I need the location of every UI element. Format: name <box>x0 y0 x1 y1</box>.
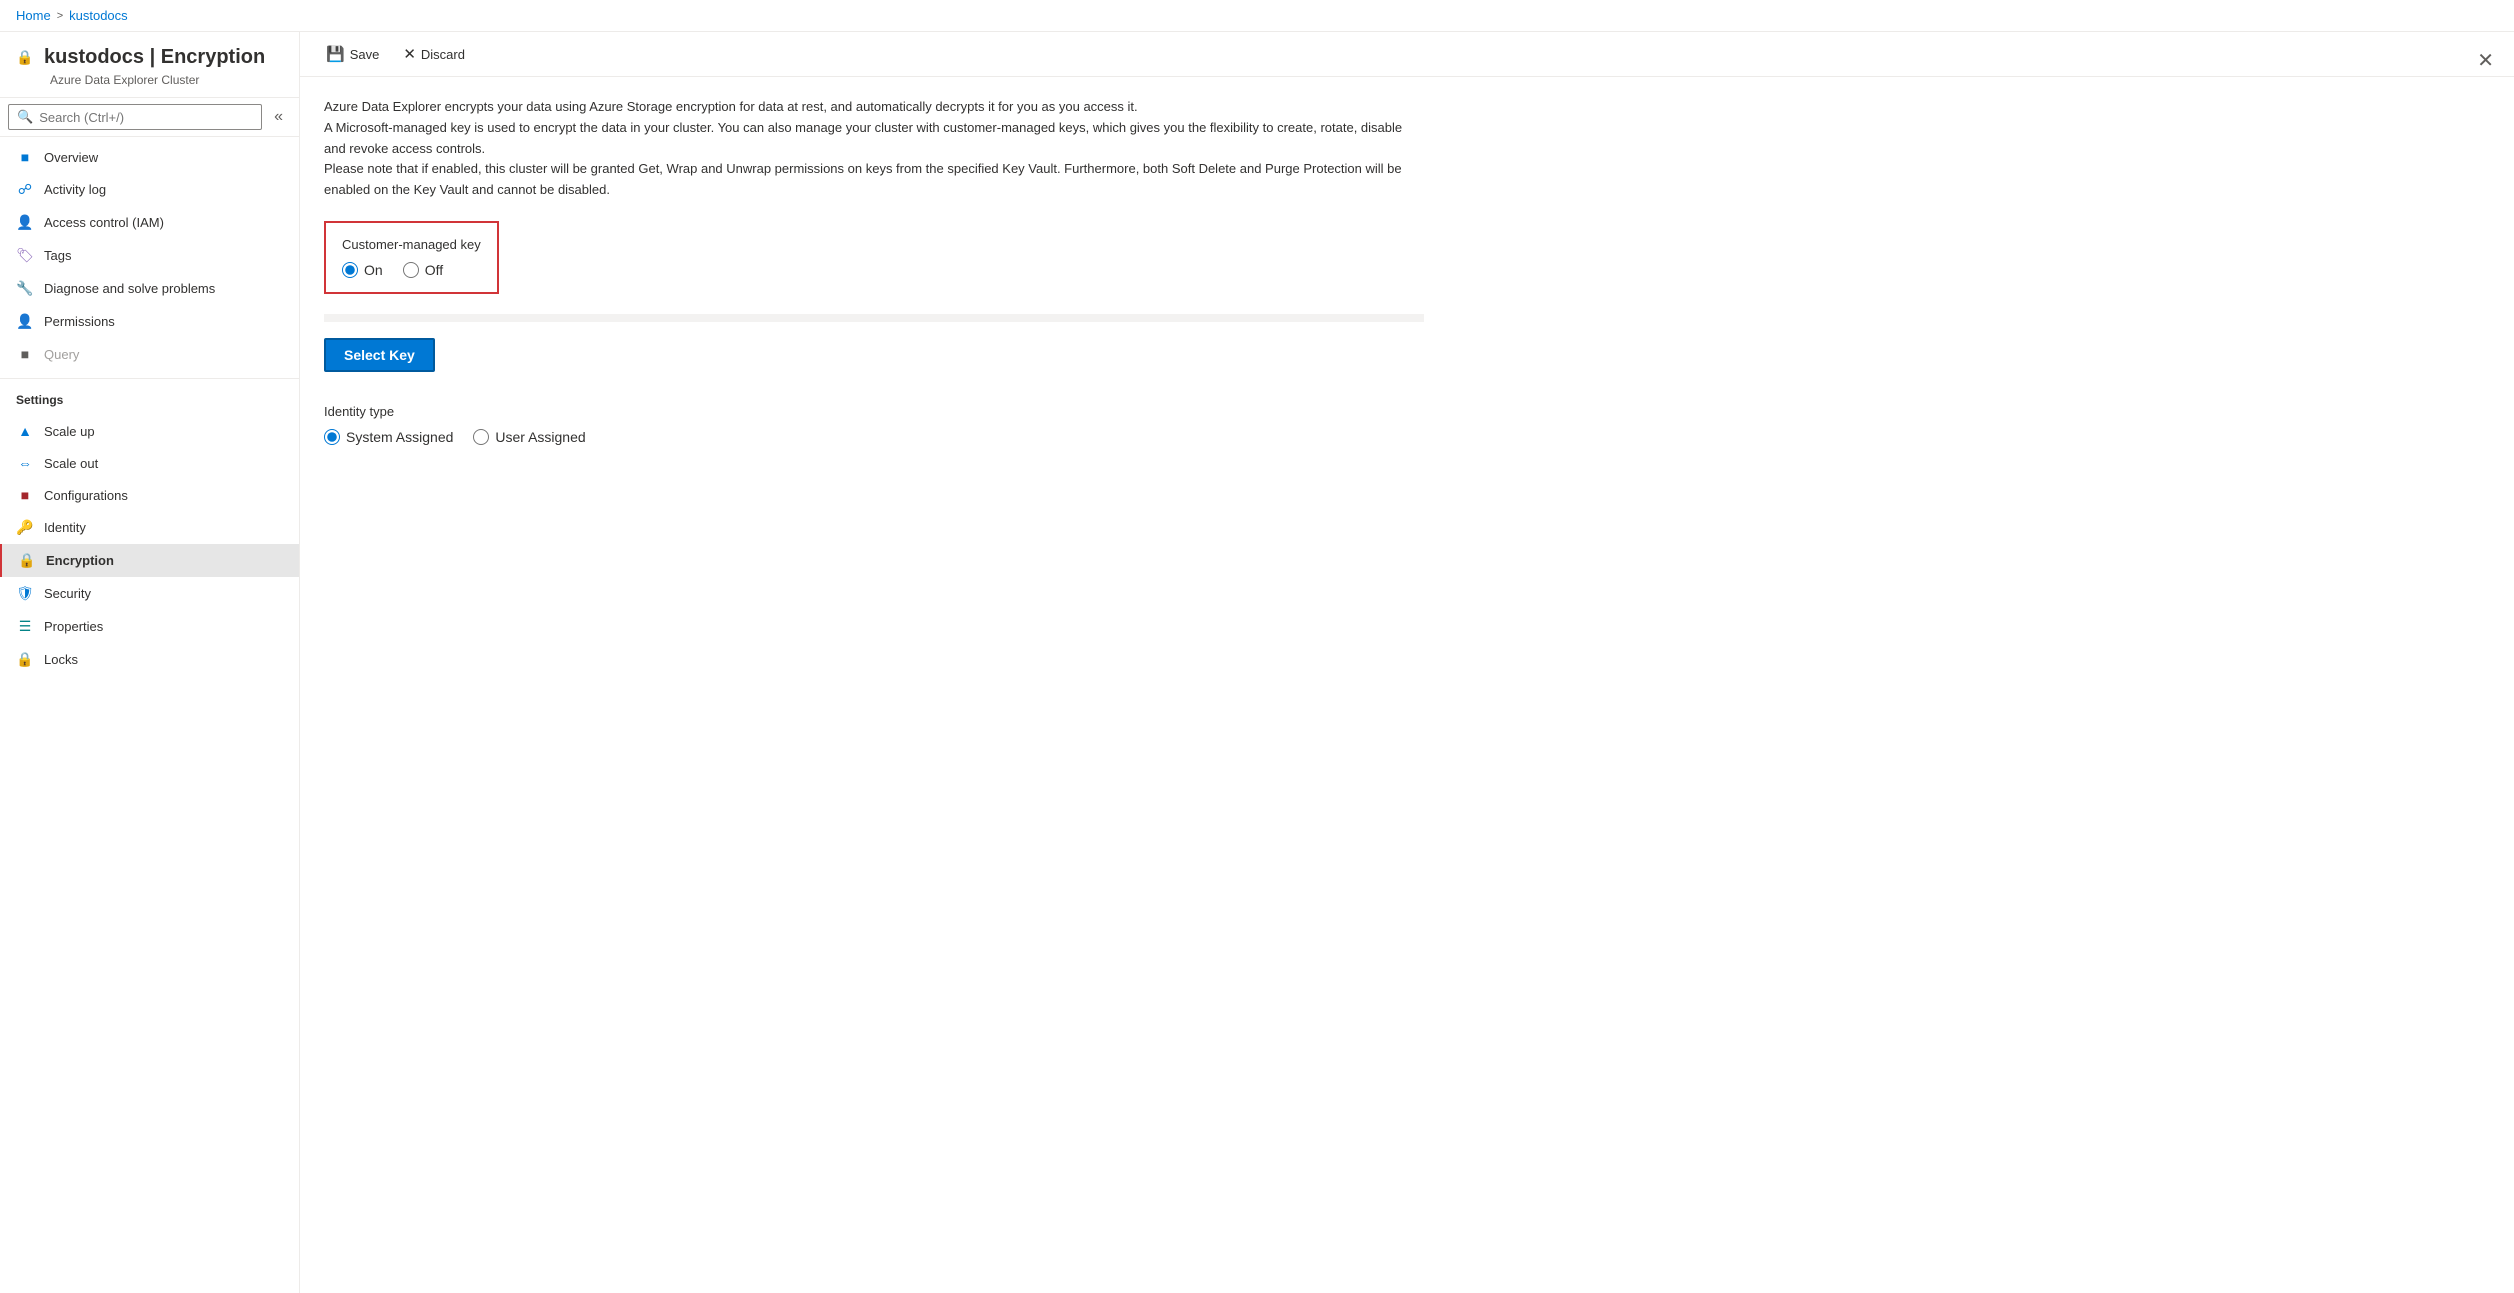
permissions-icon: 👤 <box>16 313 34 330</box>
sidebar-item-properties-label: Properties <box>44 619 103 634</box>
description-line1: Azure Data Explorer encrypts your data u… <box>324 97 1424 118</box>
sidebar-item-security-label: Security <box>44 586 91 601</box>
sidebar-title: kustodocs | Encryption <box>44 46 265 69</box>
select-key-button[interactable]: Select Key <box>324 338 435 372</box>
sidebar-item-query-label: Query <box>44 347 79 362</box>
radio-off[interactable]: Off <box>403 262 443 278</box>
sidebar-header: 🔒 kustodocs | Encryption Azure Data Expl… <box>0 32 299 98</box>
sidebar-item-activity-log[interactable]: ☍ Activity log <box>0 173 299 206</box>
diagnose-icon: 🔧 <box>16 280 34 297</box>
save-label: Save <box>350 47 380 62</box>
sidebar-item-security[interactable]: 🛡 Security <box>0 577 299 610</box>
sidebar-item-permissions[interactable]: 👤 Permissions <box>0 305 299 338</box>
properties-icon: ☰ <box>16 618 34 635</box>
description-line2: A Microsoft-managed key is used to encry… <box>324 118 1424 160</box>
identity-type-label: Identity type <box>324 404 2490 419</box>
encryption-icon: 🔒 <box>18 552 36 569</box>
sidebar-item-scale-out-label: Scale out <box>44 456 98 471</box>
lock-icon: 🔒 <box>16 49 34 66</box>
discard-icon: ✕ <box>403 45 416 63</box>
gray-separator-bar <box>324 314 1424 322</box>
security-icon: 🛡 <box>16 585 34 602</box>
sidebar-item-overview-label: Overview <box>44 150 98 165</box>
breadcrumb-home[interactable]: Home <box>16 8 51 23</box>
sidebar-item-identity[interactable]: 🔑 Identity <box>0 511 299 544</box>
content-area: 💾 Save ✕ Discard ✕ Azure Data Explorer e… <box>300 32 2514 1293</box>
toolbar: 💾 Save ✕ Discard <box>300 32 2514 77</box>
radio-system-assigned-label: System Assigned <box>346 429 453 445</box>
collapse-sidebar-button[interactable]: « <box>266 108 291 126</box>
sidebar-item-access-control-label: Access control (IAM) <box>44 215 164 230</box>
customer-managed-key-radio-group: On Off <box>342 262 481 278</box>
sidebar-item-locks[interactable]: 🔒 Locks <box>0 643 299 676</box>
sidebar-item-access-control[interactable]: 👤 Access control (IAM) <box>0 206 299 239</box>
radio-off-input[interactable] <box>403 262 419 278</box>
breadcrumb-separator: > <box>57 10 63 22</box>
breadcrumb-cluster[interactable]: kustodocs <box>69 8 128 23</box>
radio-off-label: Off <box>425 262 443 278</box>
sidebar-subtitle: Azure Data Explorer Cluster <box>50 73 283 87</box>
search-icon: 🔍 <box>17 109 33 125</box>
configurations-icon: ■ <box>16 487 34 503</box>
sidebar-item-scale-up-label: Scale up <box>44 424 95 439</box>
sidebar-item-tags-label: Tags <box>44 248 71 263</box>
customer-managed-key-label: Customer-managed key <box>342 237 481 252</box>
close-button[interactable]: ✕ <box>2477 48 2494 73</box>
query-icon: ■ <box>16 346 34 362</box>
settings-section-label: Settings <box>0 383 299 411</box>
identity-type-radio-group: System Assigned User Assigned <box>324 429 2490 445</box>
scale-out-icon: ⇔ <box>16 455 34 471</box>
access-control-icon: 👤 <box>16 214 34 231</box>
scale-up-icon: ▲ <box>16 423 34 439</box>
customer-managed-key-section: Customer-managed key On Off <box>324 221 499 294</box>
sidebar-item-encryption-label: Encryption <box>46 553 114 568</box>
radio-user-assigned[interactable]: User Assigned <box>473 429 585 445</box>
sidebar-item-activity-log-label: Activity log <box>44 182 106 197</box>
content-scroll: Azure Data Explorer encrypts your data u… <box>300 77 2514 1293</box>
nav-section-settings: ▲ Scale up ⇔ Scale out ■ Configurations … <box>0 411 299 680</box>
description-block: Azure Data Explorer encrypts your data u… <box>324 97 1424 201</box>
sidebar-item-diagnose-label: Diagnose and solve problems <box>44 281 215 296</box>
sidebar-item-overview[interactable]: ■ Overview <box>0 141 299 173</box>
save-button[interactable]: 💾 Save <box>316 40 389 68</box>
discard-label: Discard <box>421 47 465 62</box>
breadcrumb: Home > kustodocs <box>0 0 2514 32</box>
tags-icon: 🏷 <box>16 247 34 264</box>
toolbar-bar: 💾 Save ✕ Discard ✕ <box>300 32 2514 77</box>
radio-on-input[interactable] <box>342 262 358 278</box>
sidebar-item-diagnose[interactable]: 🔧 Diagnose and solve problems <box>0 272 299 305</box>
sidebar-item-configurations[interactable]: ■ Configurations <box>0 479 299 511</box>
overview-icon: ■ <box>16 149 34 165</box>
description-line3: Please note that if enabled, this cluste… <box>324 159 1424 201</box>
sidebar-item-properties[interactable]: ☰ Properties <box>0 610 299 643</box>
sidebar-item-locks-label: Locks <box>44 652 78 667</box>
sidebar: 🔒 kustodocs | Encryption Azure Data Expl… <box>0 32 300 1293</box>
radio-system-assigned-input[interactable] <box>324 429 340 445</box>
sidebar-item-permissions-label: Permissions <box>44 314 115 329</box>
sidebar-item-encryption[interactable]: 🔒 Encryption <box>0 544 299 577</box>
locks-icon: 🔒 <box>16 651 34 668</box>
radio-user-assigned-input[interactable] <box>473 429 489 445</box>
save-icon: 💾 <box>326 45 345 63</box>
sidebar-item-configurations-label: Configurations <box>44 488 128 503</box>
radio-on-label: On <box>364 262 383 278</box>
sidebar-item-tags[interactable]: 🏷 Tags <box>0 239 299 272</box>
sidebar-item-identity-label: Identity <box>44 520 86 535</box>
radio-user-assigned-label: User Assigned <box>495 429 585 445</box>
identity-icon: 🔑 <box>16 519 34 536</box>
discard-button[interactable]: ✕ Discard <box>393 40 475 68</box>
nav-section-main: ■ Overview ☍ Activity log 👤 Access contr… <box>0 137 299 374</box>
radio-on[interactable]: On <box>342 262 383 278</box>
activity-log-icon: ☍ <box>16 181 34 198</box>
search-input[interactable] <box>39 110 253 125</box>
radio-system-assigned[interactable]: System Assigned <box>324 429 453 445</box>
sidebar-item-scale-up[interactable]: ▲ Scale up <box>0 415 299 447</box>
sidebar-item-query: ■ Query <box>0 338 299 370</box>
sidebar-item-scale-out[interactable]: ⇔ Scale out <box>0 447 299 479</box>
